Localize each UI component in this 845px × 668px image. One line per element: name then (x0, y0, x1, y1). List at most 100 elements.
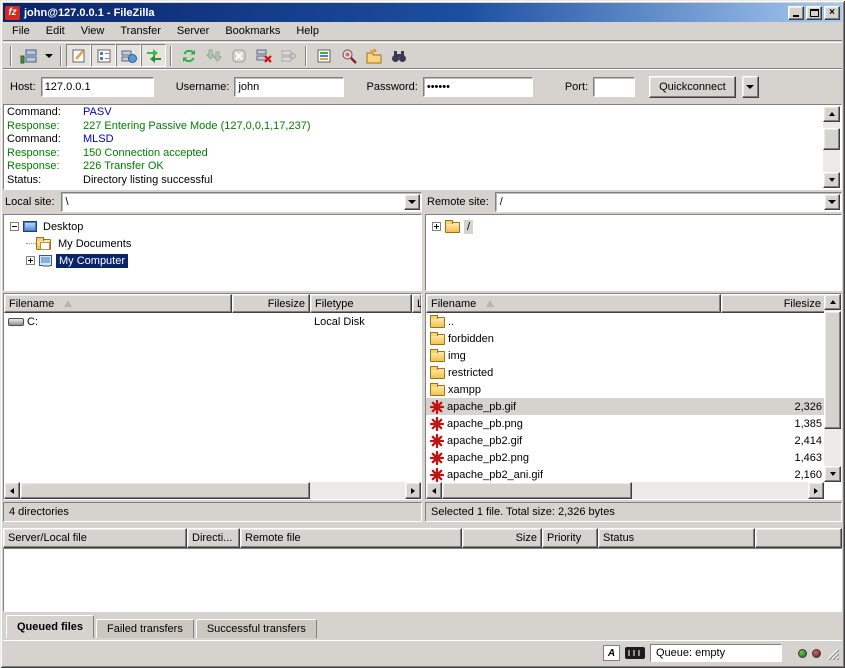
site-manager-button[interactable] (16, 44, 41, 67)
column-header-priority[interactable]: Priority (542, 528, 598, 548)
quickconnect-button[interactable]: Quickconnect (649, 76, 736, 98)
toggle-message-log-button[interactable] (66, 44, 91, 67)
close-button[interactable]: × (824, 6, 840, 20)
collapse-icon[interactable] (10, 222, 19, 231)
expand-icon[interactable] (26, 256, 35, 265)
port-input[interactable] (593, 77, 635, 97)
column-header-direction[interactable]: Directi... (187, 528, 240, 548)
column-header-server-local-file[interactable]: Server/Local file (3, 528, 187, 548)
directory-filters-button[interactable] (311, 44, 336, 67)
scrollbar-thumb[interactable] (442, 482, 632, 499)
remote-list-hscrollbar[interactable] (426, 482, 824, 499)
speed-limit-indicator-icon[interactable] (625, 647, 645, 659)
scrollbar-thumb[interactable] (20, 482, 310, 499)
toggle-remote-tree-button[interactable] (116, 44, 141, 67)
find-files-icon (391, 48, 407, 64)
toggle-transfer-queue-button[interactable] (141, 44, 166, 67)
tree-item-root[interactable]: / (426, 218, 841, 235)
remote-site-combo[interactable]: / (495, 192, 842, 212)
column-header-filetype[interactable]: Filetype (310, 294, 412, 313)
column-header-lastmodified[interactable]: L (412, 294, 422, 313)
process-queue-button[interactable] (201, 44, 226, 67)
remote-list-vscrollbar[interactable] (824, 294, 841, 482)
tree-item-my-computer[interactable]: My Computer (4, 252, 421, 269)
scrollbar-thumb[interactable] (823, 128, 840, 150)
column-header-filename[interactable]: Filename (426, 294, 721, 313)
scrollbar-thumb[interactable] (824, 311, 841, 429)
file-row[interactable]: img (426, 347, 824, 364)
disconnect-button[interactable] (251, 44, 276, 67)
scroll-left-button[interactable] (4, 482, 20, 499)
menu-server[interactable]: Server (169, 23, 217, 39)
column-header-filesize[interactable]: Filesize (721, 294, 826, 313)
activity-led-red-icon (812, 649, 821, 658)
reconnect-button[interactable] (276, 44, 301, 67)
file-row[interactable]: apache_pb2.png 1,463 (426, 449, 824, 466)
expand-icon[interactable] (432, 222, 441, 231)
site-manager-dropdown-button[interactable] (41, 44, 56, 67)
minimize-button[interactable] (788, 6, 804, 20)
scroll-down-button[interactable] (823, 172, 840, 188)
queue-body[interactable] (3, 548, 842, 612)
refresh-button[interactable] (176, 44, 201, 67)
column-header-remote-file[interactable]: Remote file (240, 528, 462, 548)
tree-item-my-documents[interactable]: My Documents (4, 235, 421, 252)
tree-item-desktop[interactable]: Desktop (4, 218, 421, 235)
file-row[interactable]: apache_pb2.gif 2,414 (426, 432, 824, 449)
local-site-dropdown-button[interactable] (404, 194, 420, 210)
drive-icon (8, 318, 24, 326)
scroll-down-button[interactable] (824, 466, 841, 482)
file-row[interactable]: apache_pb.png 1,385 (426, 415, 824, 432)
host-input[interactable] (41, 77, 154, 97)
cancel-button[interactable] (226, 44, 251, 67)
username-input[interactable] (234, 77, 344, 97)
scroll-up-button[interactable] (823, 106, 840, 122)
port-label: Port: (565, 81, 588, 93)
scroll-right-button[interactable] (405, 482, 421, 499)
synchronized-browsing-button[interactable] (361, 44, 386, 67)
toggle-local-tree-button[interactable] (91, 44, 116, 67)
quickconnect-dropdown-button[interactable] (742, 76, 759, 98)
menu-file[interactable]: File (4, 23, 38, 39)
scroll-left-button[interactable] (426, 482, 442, 499)
resize-grip[interactable] (826, 647, 839, 660)
file-row-selected[interactable]: apache_pb.gif 2,326 (426, 398, 824, 415)
file-row[interactable]: forbidden (426, 330, 824, 347)
file-row[interactable]: .. (426, 313, 824, 330)
menu-view[interactable]: View (73, 23, 113, 39)
username-label: Username: (176, 81, 230, 93)
data-type-indicator-icon[interactable]: A (603, 645, 620, 661)
tab-successful-transfers[interactable]: Successful transfers (196, 619, 317, 638)
menu-edit[interactable]: Edit (38, 23, 73, 39)
local-site-combo[interactable]: \ (61, 192, 422, 212)
tab-failed-transfers[interactable]: Failed transfers (96, 619, 194, 638)
column-header-filename[interactable]: Filename (4, 294, 232, 313)
menu-help[interactable]: Help (288, 23, 327, 39)
find-files-button[interactable] (386, 44, 411, 67)
folder-icon (430, 385, 445, 396)
file-row[interactable]: apache_pb2_ani.gif 2,160 (426, 466, 824, 482)
file-row[interactable]: xampp (426, 381, 824, 398)
tab-queued-files[interactable]: Queued files (6, 615, 94, 638)
local-list-body: C: Local Disk (4, 313, 421, 482)
site-manager-icon (20, 48, 38, 64)
directory-comparison-button[interactable] (336, 44, 361, 67)
log-scrollbar[interactable] (823, 106, 840, 188)
local-list-hscrollbar[interactable] (4, 482, 421, 499)
scroll-right-button[interactable] (808, 482, 824, 499)
remote-site-dropdown-button[interactable] (824, 194, 840, 210)
column-header-filesize[interactable]: Filesize (232, 294, 310, 313)
menu-transfer[interactable]: Transfer (112, 23, 169, 39)
password-input[interactable] (423, 77, 533, 97)
file-row[interactable]: restricted (426, 364, 824, 381)
maximize-button[interactable] (806, 6, 822, 20)
menu-bookmarks[interactable]: Bookmarks (217, 23, 288, 39)
column-header-size[interactable]: Size (462, 528, 542, 548)
scroll-up-button[interactable] (824, 294, 841, 310)
file-row[interactable]: C: Local Disk (4, 313, 421, 330)
column-header-status[interactable]: Status (598, 528, 755, 548)
title-bar[interactable]: fz john@127.0.0.1 - FileZilla × (3, 3, 842, 22)
refresh-icon (181, 48, 197, 64)
queue-tabs: Queued files Failed transfers Successful… (3, 612, 317, 638)
toolbar-separator (60, 46, 62, 66)
